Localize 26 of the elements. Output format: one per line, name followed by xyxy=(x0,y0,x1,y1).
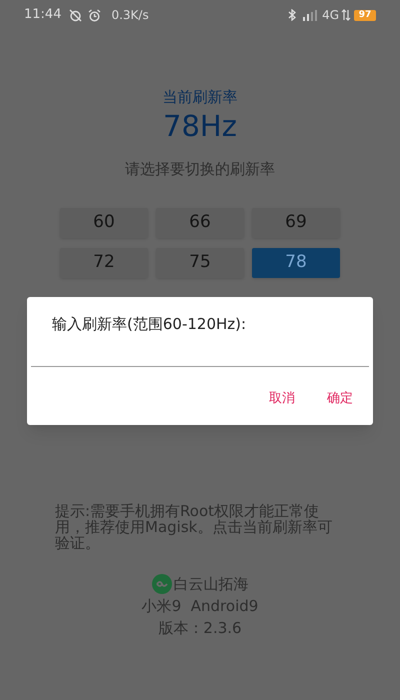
signal-icon xyxy=(302,9,318,21)
dialog-button[interactable]: 取消 xyxy=(265,387,299,410)
network-type: 4G xyxy=(322,7,339,24)
rate-button[interactable]: 60 xyxy=(60,208,148,238)
battery-indicator: 97 xyxy=(354,10,376,20)
dialog-title: 输入刷新率(范围60-120Hz): xyxy=(52,314,246,335)
logo-icon xyxy=(152,574,172,594)
current-rate-label: 当前刷新率 xyxy=(162,87,238,108)
network-speed: 0.3K/s xyxy=(111,7,149,24)
data-arrows-icon xyxy=(341,9,351,21)
status-time: 11:44 xyxy=(24,6,62,24)
rate-button[interactable]: 66 xyxy=(156,208,244,238)
bluetooth-icon xyxy=(288,9,296,21)
rate-button[interactable]: 75 xyxy=(156,248,244,278)
rate-button[interactable]: 69 xyxy=(252,208,340,238)
version-text: 版本：2.3.6 xyxy=(158,618,242,639)
alarm-off-icon xyxy=(69,8,82,22)
rate-button[interactable]: 72 xyxy=(60,248,148,278)
device-info: 小米9 Android9 xyxy=(142,596,258,617)
hint-text: 提示:需要手机拥有Root权限才能正常使用，推荐使用Magisk。点击当前刷新率可验证。 xyxy=(55,503,334,551)
alarm-icon xyxy=(88,8,102,22)
dialog-button[interactable]: 确定 xyxy=(323,387,357,410)
brand-name: 白云山拓海 xyxy=(174,574,248,595)
current-rate-value[interactable]: 78Hz xyxy=(163,108,237,144)
select-prompt: 请选择要切换的刷新率 xyxy=(125,159,275,180)
rate-button[interactable]: 78 xyxy=(252,248,340,278)
